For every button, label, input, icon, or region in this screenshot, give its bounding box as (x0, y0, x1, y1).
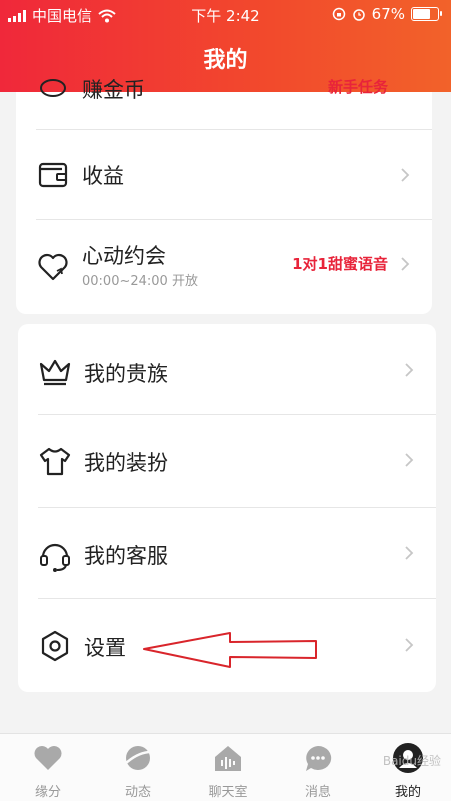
menu-item-income[interactable]: 收益 (16, 130, 432, 218)
menu-item-label: 赚金币 (82, 78, 145, 102)
menu-item-promo: 1对1甜蜜语音 (292, 255, 388, 273)
house-audio-icon (215, 746, 241, 771)
chevron-right-icon (405, 363, 414, 377)
tab-label: 缘分 (34, 785, 61, 800)
menu-item-schedule: 00:00~24:00 开放 (82, 274, 198, 289)
chevron-right-icon (405, 546, 414, 560)
tab-label: 我的 (394, 785, 421, 800)
tab-fate[interactable]: 缘分 (3, 734, 93, 801)
battery-percent: 67% (371, 5, 405, 23)
chevron-right-icon (405, 638, 414, 652)
annotation-arrow (143, 632, 317, 668)
watermark: Baidu经验 (382, 754, 441, 768)
heart-icon (34, 746, 62, 770)
battery-fill (413, 9, 431, 19)
coin-icon (40, 79, 66, 97)
menu-item-customer-service[interactable]: 我的客服 (18, 508, 436, 598)
menu-item-nobility[interactable]: 我的贵族 (18, 324, 436, 414)
menu-card-earnings: 赚金币 新手任务 收益 心动约会 00:00~24:00 开放 1对1甜蜜语音 (16, 78, 432, 314)
tab-label: 消息 (304, 785, 331, 800)
crown-icon (39, 359, 71, 386)
tab-chatroom[interactable]: 聊天室 (183, 734, 273, 801)
menu-item-label: 心动约会 (82, 244, 166, 268)
headset-icon (40, 543, 70, 572)
tshirt-icon (39, 447, 71, 476)
battery-icon (411, 7, 442, 21)
menu-item-heartbeat-date[interactable]: 心动约会 00:00~24:00 开放 1对1甜蜜语音 (16, 220, 432, 314)
menu-item-promo: 新手任务 (327, 78, 388, 96)
settings-icon (41, 630, 69, 662)
tab-label: 聊天室 (208, 785, 248, 800)
tab-messages[interactable]: 消息 (273, 734, 363, 801)
wallet-icon (38, 162, 68, 188)
menu-item-label: 设置 (84, 636, 126, 660)
tab-label: 动态 (124, 785, 151, 800)
chevron-right-icon (401, 257, 410, 271)
menu-item-label: 我的客服 (84, 544, 168, 568)
planet-icon (124, 746, 152, 770)
menu-item-label: 收益 (82, 164, 124, 188)
chevron-right-icon (401, 168, 410, 182)
chevron-right-icon (405, 453, 414, 467)
menu-item-outfit[interactable]: 我的装扮 (18, 415, 436, 507)
menu-item-label: 我的贵族 (84, 362, 168, 386)
menu-item-label: 我的装扮 (84, 451, 168, 475)
tab-moments[interactable]: 动态 (93, 734, 183, 801)
alarm-icon (352, 9, 365, 21)
rotation-lock-icon (332, 7, 345, 21)
menu-item-earn-coins[interactable]: 赚金币 新手任务 (16, 62, 432, 122)
chat-bubble-icon (306, 745, 332, 771)
heart-outline-icon (38, 253, 68, 281)
status-bar: 中国电信 下午 2:42 67% (0, 0, 451, 30)
